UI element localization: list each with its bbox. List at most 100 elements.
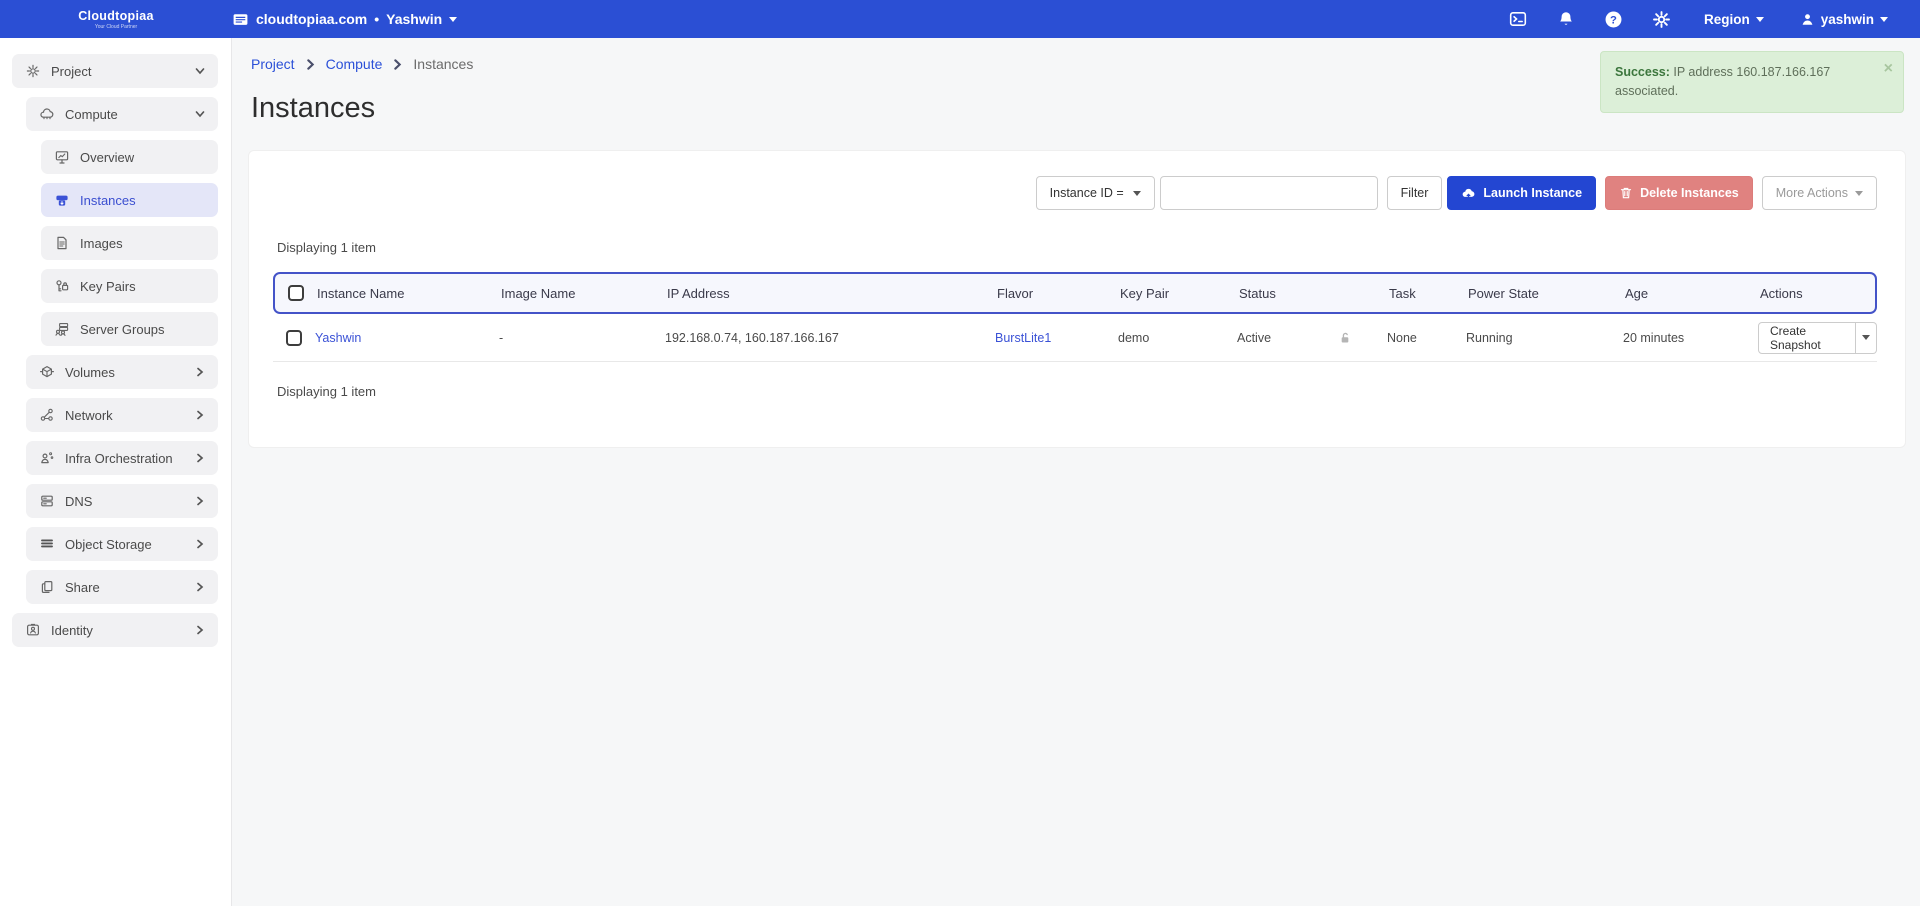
chevron-down-icon <box>449 17 457 22</box>
infra-orchestration-icon <box>38 450 55 467</box>
sidebar-item-instances[interactable]: Instances <box>41 183 218 217</box>
project-switcher[interactable]: cloudtopiaa.com • Yashwin <box>232 11 457 28</box>
sidebar-item-volumes[interactable]: Volumes <box>26 355 218 389</box>
sidebar-item-label: Key Pairs <box>80 279 206 294</box>
sidebar-item-dns[interactable]: DNS <box>26 484 218 518</box>
ip-address-cell: 192.168.0.74, 160.187.166.167 <box>663 331 993 345</box>
chevron-right-icon <box>194 367 206 377</box>
navbar-right: ? Region yashwin <box>1498 4 1920 34</box>
identity-icon <box>24 622 41 639</box>
main-content: Success: IP address 160.187.166.167 asso… <box>232 38 1920 906</box>
sidebar-item-label: Share <box>65 580 184 595</box>
image-name-cell: - <box>497 331 663 345</box>
chevron-down-icon <box>1880 17 1888 22</box>
sidebar-item-identity[interactable]: Identity <box>12 613 218 647</box>
chevron-down-icon <box>1855 191 1863 196</box>
chevron-right-icon <box>194 539 206 549</box>
chevron-right-icon <box>194 582 206 592</box>
more-actions-button[interactable]: More Actions <box>1762 176 1877 210</box>
help-button[interactable]: ? <box>1594 4 1634 34</box>
column-header-instance-name[interactable]: Instance Name <box>315 286 499 301</box>
column-header-age[interactable]: Age <box>1623 286 1758 301</box>
sidebar-item-key-pairs[interactable]: Key Pairs <box>41 269 218 303</box>
trash-icon <box>1619 186 1633 200</box>
network-icon <box>38 407 55 424</box>
sidebar-item-share[interactable]: Share <box>26 570 218 604</box>
sidebar-item-object-storage[interactable]: Object Storage <box>26 527 218 561</box>
success-toast: Success: IP address 160.187.166.167 asso… <box>1600 51 1904 113</box>
sidebar-item-label: Compute <box>65 107 184 122</box>
status-cell: Active <box>1235 331 1336 345</box>
sidebar-item-compute[interactable]: Compute <box>26 97 218 131</box>
sidebar: Project Compute Overview Instances Image… <box>0 38 232 906</box>
sidebar-item-overview[interactable]: Overview <box>41 140 218 174</box>
power-state-cell: Running <box>1464 331 1621 345</box>
column-header-flavor[interactable]: Flavor <box>995 286 1118 301</box>
cloud-upload-icon <box>1461 186 1476 201</box>
column-header-status[interactable]: Status <box>1237 286 1338 301</box>
sidebar-item-images[interactable]: Images <box>41 226 218 260</box>
console-button[interactable] <box>1498 4 1538 34</box>
instances-card: Instance ID = Filter Launch Instance Del… <box>248 150 1906 448</box>
chevron-right-icon <box>392 59 403 70</box>
instance-name-link[interactable]: Yashwin <box>315 331 361 345</box>
sidebar-item-label: Object Storage <box>65 537 184 552</box>
chevron-down-icon <box>1756 17 1764 22</box>
breadcrumb-project[interactable]: Project <box>251 56 295 72</box>
items-summary-bottom: Displaying 1 item <box>277 384 1877 399</box>
region-menu[interactable]: Region <box>1690 12 1778 27</box>
sidebar-item-server-groups[interactable]: Server Groups <box>41 312 218 346</box>
close-icon[interactable]: × <box>1884 61 1893 77</box>
filter-input[interactable] <box>1160 176 1378 210</box>
sidebar-item-label: Overview <box>80 150 206 165</box>
notifications-button[interactable] <box>1546 4 1586 34</box>
sidebar-item-project[interactable]: Project <box>12 54 218 88</box>
row-checkbox[interactable] <box>286 330 302 346</box>
chevron-right-icon <box>194 625 206 635</box>
sidebar-item-label: Instances <box>80 193 206 208</box>
settings-button[interactable] <box>1642 4 1682 34</box>
select-all-checkbox[interactable] <box>288 285 304 301</box>
chevron-down-icon <box>1862 335 1870 340</box>
column-header-task[interactable]: Task <box>1387 286 1466 301</box>
sidebar-item-label: Project <box>51 64 184 79</box>
gear-icon <box>1652 10 1671 29</box>
filter-field-select[interactable]: Instance ID = <box>1036 176 1155 210</box>
sidebar-item-label: Server Groups <box>80 322 206 337</box>
bell-icon <box>1557 10 1575 28</box>
column-header-image-name[interactable]: Image Name <box>499 286 665 301</box>
key-pairs-icon <box>53 278 70 295</box>
row-actions-dropdown[interactable] <box>1856 322 1877 354</box>
volumes-icon <box>38 364 55 381</box>
filter-field-label: Instance ID = <box>1050 186 1124 200</box>
sidebar-item-label: Identity <box>51 623 184 638</box>
domain-list-icon <box>232 11 249 28</box>
column-header-key-pair[interactable]: Key Pair <box>1118 286 1237 301</box>
brand-logo[interactable]: Cloudtopiaa Your Cloud Partner <box>0 9 232 30</box>
column-header-actions: Actions <box>1758 286 1875 301</box>
column-header-power-state[interactable]: Power State <box>1466 286 1623 301</box>
sidebar-item-network[interactable]: Network <box>26 398 218 432</box>
top-navbar: Cloudtopiaa Your Cloud Partner cloudtopi… <box>0 0 1920 38</box>
chevron-right-icon <box>194 453 206 463</box>
user-label: yashwin <box>1821 12 1874 27</box>
column-header-ip-address[interactable]: IP Address <box>665 286 995 301</box>
flavor-link[interactable]: BurstLite1 <box>995 331 1051 345</box>
row-actions: Create Snapshot <box>1758 322 1877 354</box>
table-row: Yashwin - 192.168.0.74, 160.187.166.167 … <box>273 314 1877 362</box>
user-menu[interactable]: yashwin <box>1786 12 1902 27</box>
sidebar-item-label: Images <box>80 236 206 251</box>
delete-instances-button[interactable]: Delete Instances <box>1605 176 1753 210</box>
key-pair-cell: demo <box>1116 331 1235 345</box>
sidebar-item-label: DNS <box>65 494 184 509</box>
toast-title: Success: <box>1615 65 1670 79</box>
sidebar-item-infra-orchestration[interactable]: Infra Orchestration <box>26 441 218 475</box>
chevron-right-icon <box>194 496 206 506</box>
launch-instance-label: Launch Instance <box>1483 186 1582 200</box>
launch-instance-button[interactable]: Launch Instance <box>1447 176 1596 210</box>
sidebar-item-label: Infra Orchestration <box>65 451 184 466</box>
filter-button[interactable]: Filter <box>1387 176 1443 210</box>
instances-icon <box>53 192 70 209</box>
create-snapshot-button[interactable]: Create Snapshot <box>1758 322 1856 354</box>
breadcrumb-compute[interactable]: Compute <box>326 56 383 72</box>
